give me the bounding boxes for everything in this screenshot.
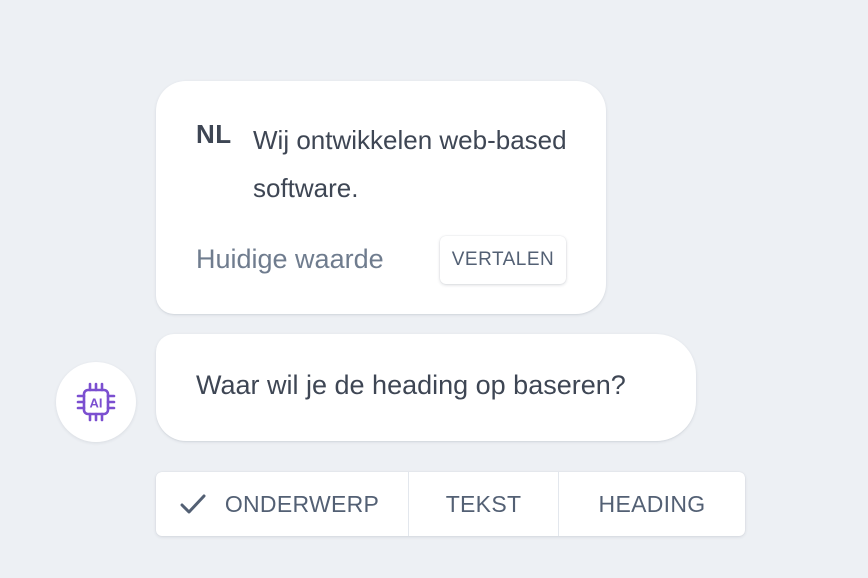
option-onderwerp[interactable]: ONDERWERP — [156, 472, 408, 536]
check-icon — [180, 494, 206, 514]
ai-chip-icon: AI — [76, 382, 116, 422]
assistant-question: Waar wil je de heading op baseren? — [196, 370, 626, 400]
option-heading[interactable]: HEADING — [558, 472, 745, 536]
option-button-group: ONDERWERP TEKST HEADING — [156, 472, 745, 536]
translation-text: Wij ontwikkelen web-based software. — [253, 125, 567, 203]
assistant-question-bubble: Waar wil je de heading op baseren? — [156, 334, 696, 441]
ai-avatar-text: AI — [90, 396, 103, 411]
language-code: NL — [196, 119, 232, 149]
translate-button[interactable]: VERTALEN — [440, 236, 566, 284]
ai-avatar: AI — [56, 362, 136, 442]
translation-card: NL Wij ontwikkelen web-based software. H… — [156, 81, 606, 314]
option-label: HEADING — [598, 490, 706, 517]
current-value-label: Huidige waarde — [196, 244, 384, 274]
option-label: ONDERWERP — [224, 490, 380, 517]
option-label: TEKST — [445, 490, 522, 517]
option-tekst[interactable]: TEKST — [408, 472, 558, 536]
